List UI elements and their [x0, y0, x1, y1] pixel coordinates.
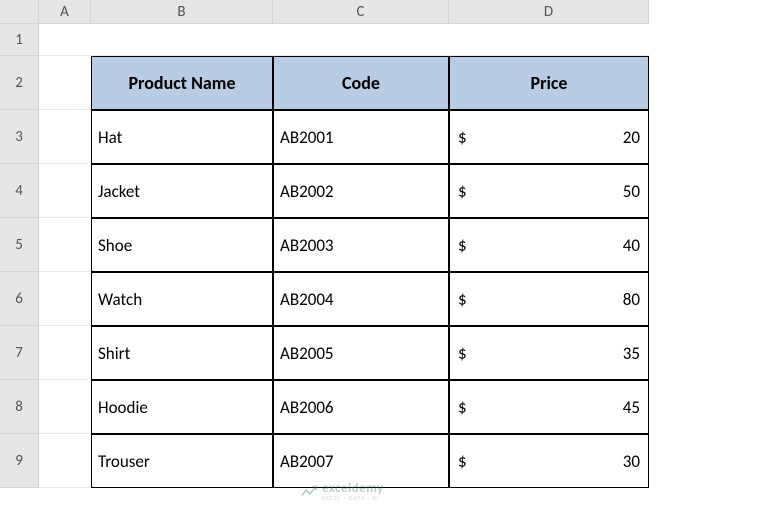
- table-row[interactable]: $ 35: [449, 326, 649, 380]
- table-row[interactable]: AB2002: [273, 164, 449, 218]
- table-row[interactable]: Watch: [91, 272, 273, 326]
- price-value: 20: [623, 127, 640, 148]
- col-header-b[interactable]: B: [91, 0, 273, 24]
- col-header-d[interactable]: D: [449, 0, 649, 24]
- table-row[interactable]: AB2007: [273, 434, 449, 488]
- exceldemy-logo-icon: [300, 483, 318, 501]
- currency-symbol: $: [458, 235, 467, 256]
- cell-b1[interactable]: [91, 24, 273, 56]
- row-header-5[interactable]: 5: [0, 218, 39, 272]
- row-header-3[interactable]: 3: [0, 110, 39, 164]
- table-row[interactable]: AB2001: [273, 110, 449, 164]
- col-header-a[interactable]: A: [39, 0, 91, 24]
- row-header-2[interactable]: 2: [0, 56, 39, 110]
- watermark: exceldemy EXCEL · DATA · BI: [300, 482, 384, 501]
- price-value: 35: [623, 343, 640, 364]
- currency-symbol: $: [458, 343, 467, 364]
- currency-symbol: $: [458, 181, 467, 202]
- row-header-6[interactable]: 6: [0, 272, 39, 326]
- spreadsheet-grid: A B C D 1 2 Product Name Code Price 3 Ha…: [0, 0, 768, 488]
- row-header-4[interactable]: 4: [0, 164, 39, 218]
- table-header-product[interactable]: Product Name: [91, 56, 273, 110]
- price-value: 80: [623, 289, 640, 310]
- price-value: 45: [623, 397, 640, 418]
- row-header-9[interactable]: 9: [0, 434, 39, 488]
- table-row[interactable]: Jacket: [91, 164, 273, 218]
- currency-symbol: $: [458, 397, 467, 418]
- table-row[interactable]: AB2005: [273, 326, 449, 380]
- table-row[interactable]: AB2006: [273, 380, 449, 434]
- cell-a3[interactable]: [39, 110, 91, 164]
- price-value: 40: [623, 235, 640, 256]
- grid-corner: [0, 0, 39, 24]
- table-row[interactable]: Hoodie: [91, 380, 273, 434]
- col-header-c[interactable]: C: [273, 0, 449, 24]
- cell-a1[interactable]: [39, 24, 91, 56]
- price-value: 50: [623, 181, 640, 202]
- price-value: 30: [623, 451, 640, 472]
- table-row[interactable]: AB2003: [273, 218, 449, 272]
- row-header-7[interactable]: 7: [0, 326, 39, 380]
- table-row[interactable]: $ 20: [449, 110, 649, 164]
- cell-a6[interactable]: [39, 272, 91, 326]
- cell-a5[interactable]: [39, 218, 91, 272]
- currency-symbol: $: [458, 127, 467, 148]
- cell-d1[interactable]: [449, 24, 649, 56]
- cell-a9[interactable]: [39, 434, 91, 488]
- currency-symbol: $: [458, 451, 467, 472]
- table-header-price[interactable]: Price: [449, 56, 649, 110]
- cell-a2[interactable]: [39, 56, 91, 110]
- cell-a7[interactable]: [39, 326, 91, 380]
- cell-c1[interactable]: [273, 24, 449, 56]
- cell-a4[interactable]: [39, 164, 91, 218]
- row-header-8[interactable]: 8: [0, 380, 39, 434]
- watermark-text: exceldemy EXCEL · DATA · BI: [322, 482, 384, 501]
- table-row[interactable]: Trouser: [91, 434, 273, 488]
- table-row[interactable]: Shirt: [91, 326, 273, 380]
- table-row[interactable]: AB2004: [273, 272, 449, 326]
- table-row[interactable]: $ 40: [449, 218, 649, 272]
- table-row[interactable]: Hat: [91, 110, 273, 164]
- table-header-code[interactable]: Code: [273, 56, 449, 110]
- currency-symbol: $: [458, 289, 467, 310]
- table-row[interactable]: $ 80: [449, 272, 649, 326]
- cell-a8[interactable]: [39, 380, 91, 434]
- watermark-sub: EXCEL · DATA · BI: [322, 495, 384, 501]
- table-row[interactable]: $ 50: [449, 164, 649, 218]
- table-row[interactable]: Shoe: [91, 218, 273, 272]
- table-row[interactable]: $ 45: [449, 380, 649, 434]
- row-header-1[interactable]: 1: [0, 24, 39, 56]
- table-row[interactable]: $ 30: [449, 434, 649, 488]
